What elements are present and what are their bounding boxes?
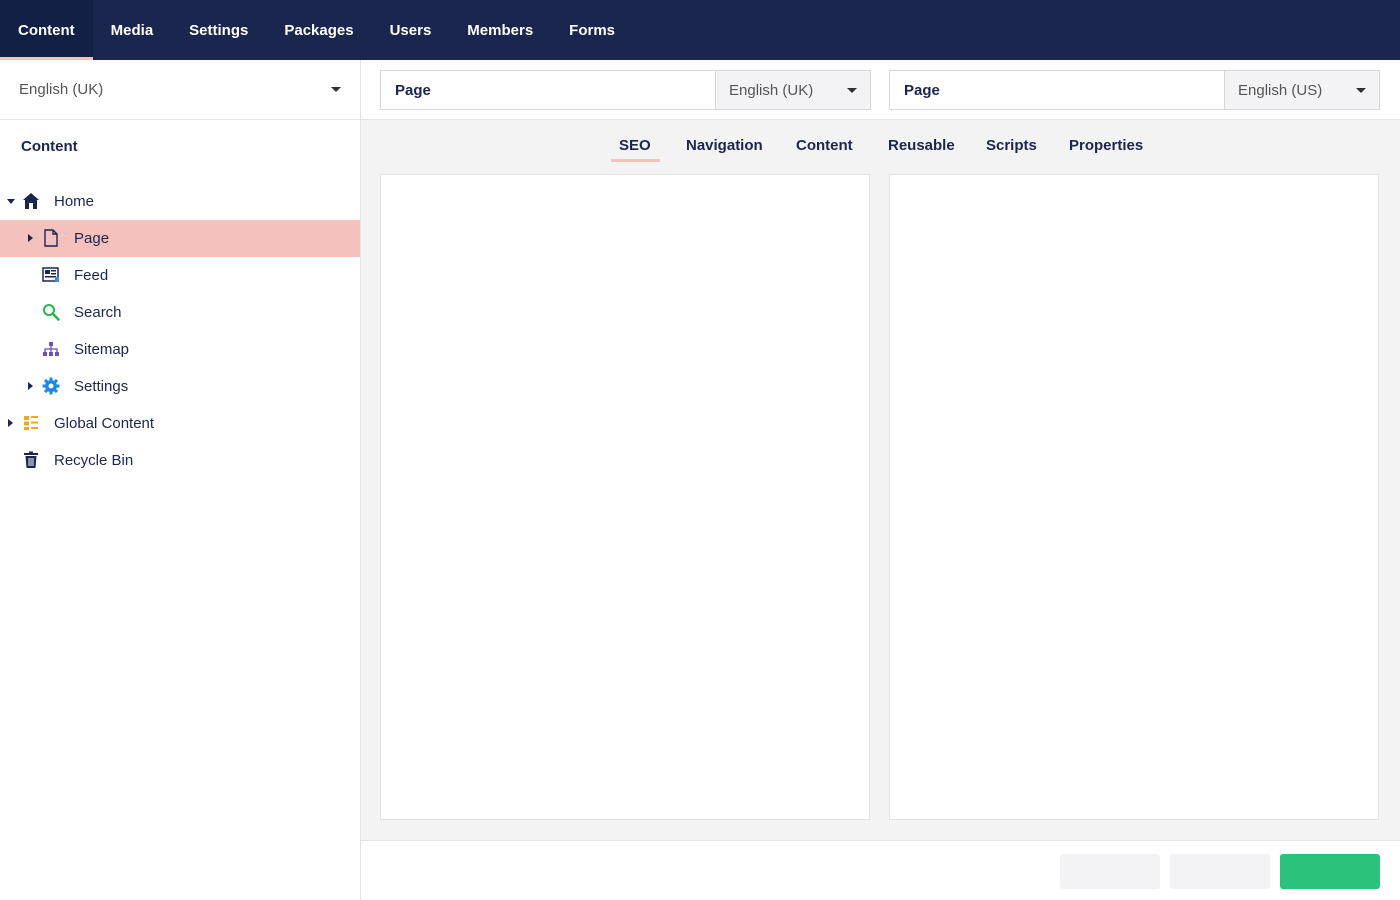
right-content-panel [889, 174, 1379, 820]
sidebar-language-value: English (UK) [19, 81, 104, 98]
tree-heading: Content [21, 138, 78, 155]
nav-tab-users[interactable]: Users [372, 0, 450, 60]
footer-action-button-2[interactable] [1170, 854, 1270, 889]
feed-icon [42, 266, 60, 284]
editor-tabs: SEO Navigation Content Reusable Scripts … [361, 137, 1400, 167]
caret-right-icon[interactable] [28, 234, 33, 242]
right-language-value: English (US) [1238, 81, 1323, 99]
right-name-input[interactable] [890, 71, 1225, 109]
left-content-panel [380, 174, 870, 820]
tab-seo[interactable]: SEO [611, 137, 660, 162]
editor-footer [361, 840, 1400, 900]
tree-item-label: Sitemap [74, 341, 130, 358]
editor-area: English (UK) English (US) SEO Navigation… [361, 60, 1400, 900]
top-navigation: Content Media Settings Packages Users Me… [0, 0, 1400, 60]
tab-reusable[interactable]: Reusable [888, 137, 955, 154]
home-icon [22, 192, 40, 210]
editor-header: English (UK) English (US) [361, 60, 1400, 120]
tab-content[interactable]: Content [796, 137, 853, 154]
document-icon [42, 229, 60, 247]
content-tree: Home Page Feed Search Sitemap Settings G… [0, 183, 360, 479]
left-language-value: English (UK) [729, 81, 814, 99]
caret-down-icon[interactable] [7, 199, 15, 204]
tree-item-settings[interactable]: Settings [0, 368, 360, 405]
left-name-group: English (UK) [380, 70, 871, 110]
tree-item-home[interactable]: Home [0, 183, 360, 220]
nav-tab-members[interactable]: Members [449, 0, 551, 60]
trash-icon [22, 451, 40, 469]
right-name-group: English (US) [889, 70, 1380, 110]
tree-item-recycle-bin[interactable]: Recycle Bin [0, 442, 360, 479]
nav-tab-media[interactable]: Media [93, 0, 172, 60]
gear-icon [42, 377, 60, 395]
sidebar-language-select[interactable]: English (UK) [0, 60, 360, 120]
right-language-select[interactable]: English (US) [1225, 71, 1379, 109]
footer-action-button-1[interactable] [1060, 854, 1160, 889]
tree-item-feed[interactable]: Feed [0, 257, 360, 294]
chevron-down-icon [331, 87, 341, 92]
tree-item-search[interactable]: Search [0, 294, 360, 331]
tree-item-label: Feed [74, 267, 109, 284]
left-name-input[interactable] [381, 71, 716, 109]
tab-properties[interactable]: Properties [1069, 137, 1143, 154]
sitemap-icon [42, 340, 60, 358]
nav-tab-forms[interactable]: Forms [551, 0, 633, 60]
tree-item-label: Settings [74, 378, 129, 395]
tab-scripts[interactable]: Scripts [986, 137, 1037, 154]
tree-item-label: Global Content [54, 415, 155, 432]
tree-item-global-content[interactable]: Global Content [0, 405, 360, 442]
tree-item-label: Home [54, 193, 95, 210]
caret-right-icon[interactable] [8, 419, 13, 427]
tree-item-label: Search [74, 304, 122, 321]
search-icon [42, 303, 60, 321]
tab-navigation[interactable]: Navigation [686, 137, 763, 154]
tree-item-page[interactable]: Page [0, 220, 360, 257]
sidebar: English (UK) Content Home Page Feed Sear… [0, 60, 361, 900]
nav-tab-settings[interactable]: Settings [171, 0, 266, 60]
tree-item-label: Recycle Bin [54, 452, 134, 469]
tree-item-label: Page [74, 230, 110, 247]
tree-item-sitemap[interactable]: Sitemap [0, 331, 360, 368]
chevron-down-icon [847, 87, 857, 93]
chevron-down-icon [1356, 87, 1366, 93]
save-publish-button[interactable] [1280, 854, 1380, 889]
grid-list-icon [22, 414, 40, 432]
left-language-select[interactable]: English (UK) [716, 71, 870, 109]
nav-tab-content[interactable]: Content [0, 0, 93, 60]
nav-tab-packages[interactable]: Packages [266, 0, 371, 60]
caret-right-icon[interactable] [28, 382, 33, 390]
